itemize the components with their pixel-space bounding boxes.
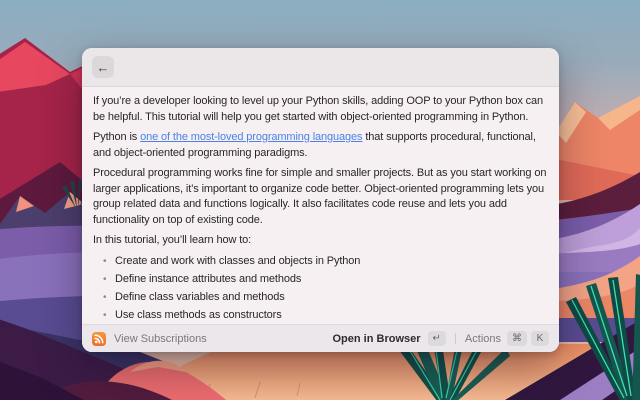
article-scroll[interactable]: If you’re a developer looking to level u… — [82, 87, 559, 324]
list-item: Create and work with classes and objects… — [103, 254, 548, 270]
actions-label: Actions — [465, 333, 501, 345]
back-button[interactable]: ← — [92, 56, 114, 78]
learn-list: Create and work with classes and objects… — [93, 254, 548, 325]
back-arrow-icon: ← — [97, 61, 110, 74]
window-header: ← — [82, 48, 559, 87]
list-item: Define class variables and methods — [103, 290, 548, 306]
app-window: ← If you’re a developer looking to level… — [82, 48, 559, 352]
article-paragraph: Procedural programming works fine for si… — [93, 166, 548, 228]
list-item: Define instance attributes and methods — [103, 272, 548, 288]
view-subscriptions-button[interactable]: View Subscriptions — [92, 332, 207, 346]
paragraph-text: Python is — [93, 131, 140, 143]
tutorial-link[interactable]: one of the most-loved programming langua… — [140, 131, 362, 143]
view-subscriptions-label: View Subscriptions — [114, 333, 207, 345]
article-paragraph: Python is one of the most-loved programm… — [93, 130, 548, 161]
actions-button[interactable]: Actions ⌘ K — [465, 331, 549, 346]
article-paragraph: If you’re a developer looking to level u… — [93, 94, 548, 125]
action-bar: View Subscriptions Open in Browser ↵ Act… — [82, 324, 559, 352]
rss-icon — [92, 332, 106, 346]
open-in-browser-button[interactable]: Open in Browser ↵ — [333, 331, 446, 346]
article-paragraph: In this tutorial, you’ll learn how to: — [93, 233, 548, 249]
open-in-browser-label: Open in Browser — [333, 333, 421, 345]
cmd-key-badge: ⌘ — [507, 331, 527, 346]
list-item: Use class methods as constructors — [103, 308, 548, 324]
return-key-badge: ↵ — [428, 331, 446, 346]
k-key-badge: K — [531, 331, 549, 346]
footer-divider — [455, 333, 456, 344]
